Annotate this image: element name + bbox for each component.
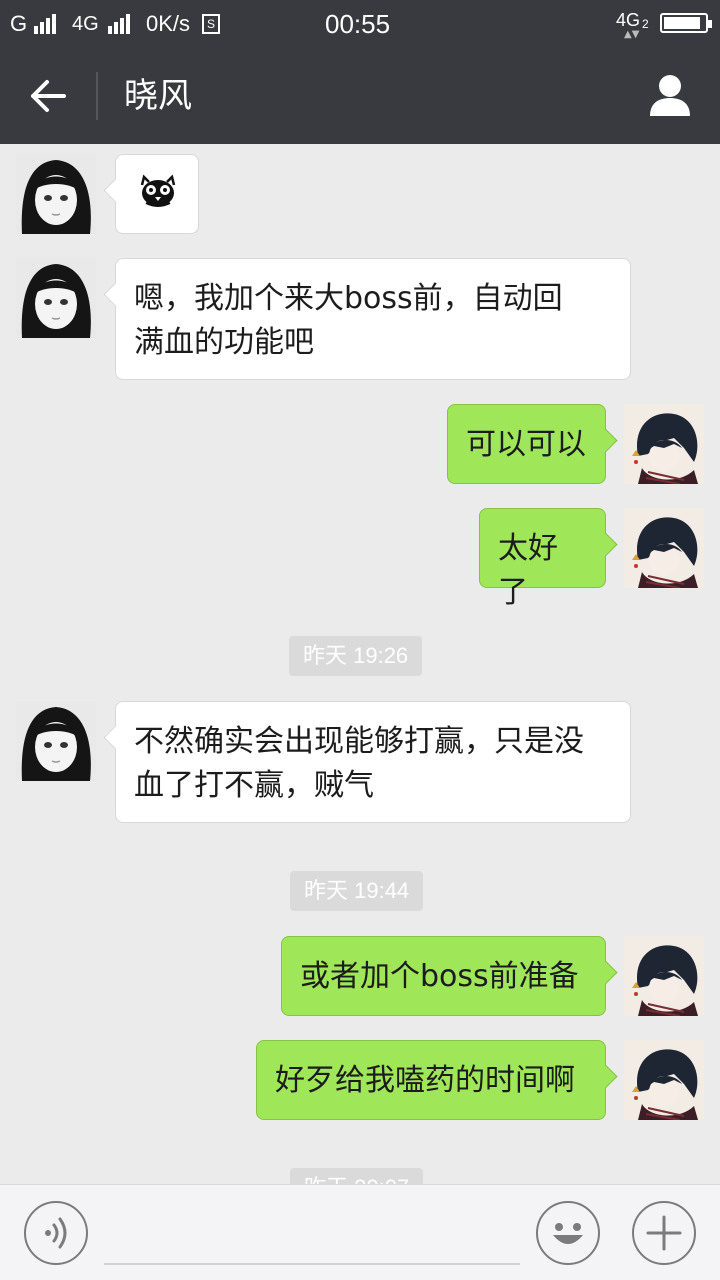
data-arrows-icon: ▲▼	[624, 29, 640, 40]
timestamp: 昨天 19:44	[290, 871, 424, 911]
message-list[interactable]: 嗯，我加个来大boss前，自动回 满血的功能吧 可以可以 太好了 昨天 19:2…	[0, 144, 720, 1184]
back-button[interactable]	[18, 68, 78, 124]
voice-icon	[45, 1217, 67, 1249]
message-text-line: 好歹给我嗑药的时间啊	[275, 1063, 575, 1098]
clock: 00:55	[325, 9, 391, 39]
carrier-label: G	[10, 11, 28, 36]
title-bar: 晓风	[0, 48, 720, 144]
message-text-line: 不然确实会出现能够打赢，只是没	[134, 724, 584, 759]
contact-avatar[interactable]	[16, 154, 96, 234]
message-input[interactable]	[104, 1263, 520, 1265]
status-bar: G 4G 0K/s S 00:55 4G 2 ▲▼	[0, 0, 720, 48]
message-text-line: 太好了	[498, 531, 558, 610]
signal-icon-2	[108, 12, 132, 34]
timestamp: 昨天 19:26	[289, 636, 423, 676]
voice-button[interactable]	[24, 1201, 88, 1265]
chat-info-button[interactable]	[640, 68, 700, 124]
message-bubble[interactable]: 嗯，我加个来大boss前，自动回 满血的功能吧	[115, 258, 631, 380]
page-title: 晓风	[124, 76, 192, 116]
my-avatar[interactable]	[624, 508, 704, 588]
plus-icon	[646, 1215, 682, 1251]
timestamp: 昨天 20:07	[290, 1168, 424, 1184]
message-text-line: 满血的功能吧	[134, 325, 314, 360]
message-text-line: 嗯，我加个来大boss前，自动回	[134, 281, 563, 316]
emoji-icon	[553, 1223, 583, 1244]
my-avatar[interactable]	[624, 936, 704, 1016]
contact-avatar[interactable]	[16, 258, 96, 338]
back-arrow-icon	[31, 80, 66, 112]
message-bubble-mine[interactable]: 或者加个boss前准备	[281, 936, 606, 1016]
message-bubble-mine[interactable]: 好歹给我嗑药的时间啊	[256, 1040, 606, 1120]
sim-card-icon: S	[202, 14, 220, 34]
message-text-line: 可以可以	[466, 427, 586, 462]
message-bubble-mine[interactable]: 可以可以	[447, 404, 606, 484]
signal-icon	[34, 12, 58, 34]
battery-icon	[660, 13, 712, 33]
network-type-label: 4G	[72, 13, 99, 35]
sim-slot-label: 2	[642, 17, 649, 31]
message-text-line: 或者加个boss前准备	[300, 959, 579, 994]
contact-avatar[interactable]	[16, 701, 96, 781]
my-avatar[interactable]	[624, 404, 704, 484]
title-divider	[96, 72, 98, 120]
person-icon	[650, 75, 690, 116]
message-bubble-sticker[interactable]	[115, 154, 199, 234]
owl-sticker-icon	[140, 174, 176, 207]
add-button[interactable]	[632, 1201, 696, 1265]
message-bubble-mine[interactable]: 太好了	[479, 508, 606, 610]
message-text-line: 血了打不赢，贼气	[134, 768, 374, 803]
input-bar	[0, 1184, 720, 1280]
message-bubble[interactable]: 不然确实会出现能够打赢，只是没 血了打不赢，贼气	[115, 701, 631, 823]
emoji-button[interactable]	[536, 1201, 600, 1265]
my-avatar[interactable]	[624, 1040, 704, 1120]
net-speed: 0K/s	[146, 11, 191, 36]
